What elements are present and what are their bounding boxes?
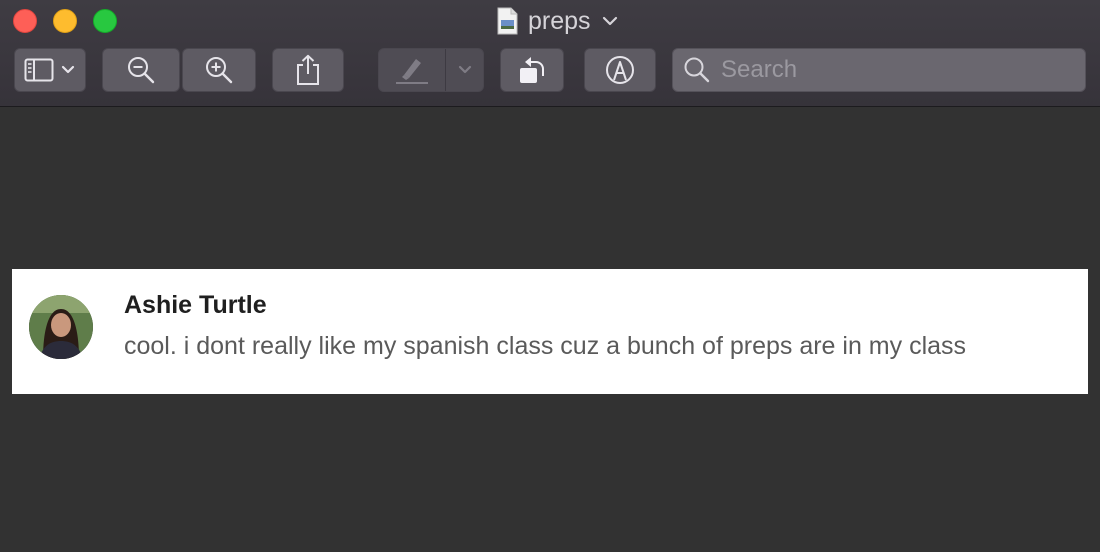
avatar — [29, 295, 93, 359]
search-input[interactable] — [719, 55, 1083, 85]
message-card: Ashie Turtle cool. i dont really like my… — [12, 269, 1088, 394]
chevron-down-icon — [61, 65, 75, 74]
markup-button[interactable] — [584, 48, 656, 92]
zoom-out-icon — [128, 57, 155, 84]
avatar-photo — [29, 295, 93, 359]
chevron-down-icon — [602, 16, 617, 26]
zoom-in-button[interactable] — [182, 48, 256, 92]
highlight-button[interactable] — [378, 48, 484, 92]
markup-icon — [606, 56, 634, 84]
maximize-window-button[interactable] — [93, 9, 117, 33]
preview-window: preps Search Ashie Turtle cool. i dont r… — [0, 0, 1100, 552]
share-icon — [297, 54, 319, 85]
zoom-in-icon — [206, 57, 233, 84]
window-title-text: preps — [528, 6, 591, 35]
message-text: cool. i dont really like my spanish clas… — [124, 332, 967, 360]
pen-icon — [396, 59, 428, 84]
window-title[interactable]: preps — [496, 5, 619, 37]
rotate-left-icon — [520, 57, 544, 83]
minimize-window-button[interactable] — [53, 9, 77, 33]
share-button[interactable] — [272, 48, 344, 92]
sidebar-toggle-button[interactable] — [14, 48, 86, 92]
chevron-down-icon — [458, 65, 471, 74]
rotate-left-button[interactable] — [500, 48, 564, 92]
sender-name: Ashie Turtle — [124, 291, 267, 319]
document-icon — [497, 7, 518, 35]
zoom-out-button[interactable] — [102, 48, 180, 92]
sidebar-icon — [24, 58, 54, 82]
search-icon — [684, 57, 710, 83]
title-bar: preps — [0, 0, 1100, 107]
close-window-button[interactable] — [13, 9, 37, 33]
search-field[interactable] — [672, 48, 1086, 92]
